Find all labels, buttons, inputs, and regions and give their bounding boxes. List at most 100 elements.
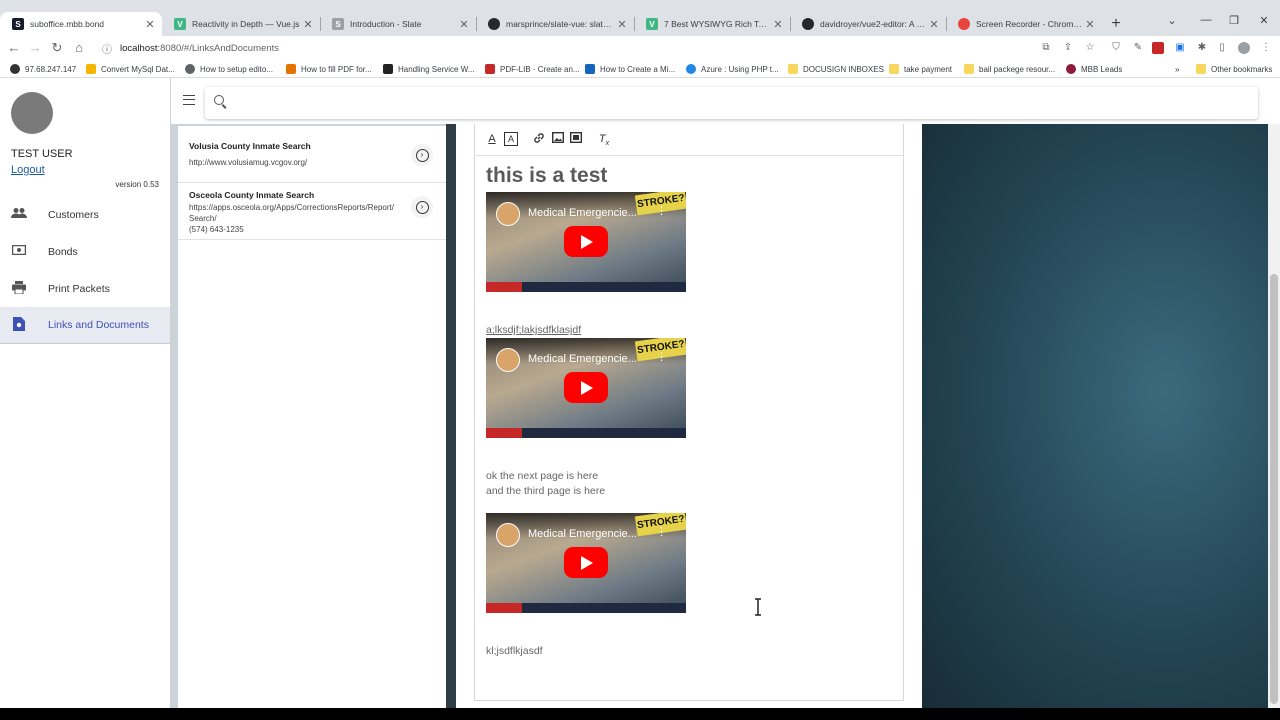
bookmark-folder-docusign[interactable]: DOCUSIGN INBOXES: [788, 63, 884, 75]
site-info-icon[interactable]: ⓘ: [100, 41, 114, 56]
back-icon[interactable]: ←: [6, 40, 22, 55]
avatar[interactable]: [11, 92, 53, 134]
text-color-icon[interactable]: A: [485, 132, 499, 146]
open-link-button[interactable]: ›: [411, 144, 433, 166]
link-icon[interactable]: [532, 132, 546, 146]
forward-icon[interactable]: →: [27, 40, 43, 55]
video-icon[interactable]: [569, 131, 583, 146]
bookmark-azure-php[interactable]: Azure : Using PHP t...: [686, 63, 779, 75]
text-cursor-icon: [755, 598, 761, 616]
video-title: Medical Emergencie...: [528, 353, 637, 365]
link-url: https://apps.osceola.org/Apps/Correction…: [189, 203, 394, 223]
bookmark-fill-pdf[interactable]: How to fill PDF for...: [286, 63, 372, 75]
sidebar-item-customers[interactable]: Customers: [0, 196, 170, 233]
tab-vue-reactivity[interactable]: V Reactivity in Depth — Vue.js ✕: [162, 14, 320, 34]
clear-formatting-icon[interactable]: Tx: [597, 132, 611, 147]
other-bookmarks-folder[interactable]: Other bookmarks: [1196, 63, 1272, 75]
tab-close-icon[interactable]: ✕: [770, 18, 786, 31]
sidebar-item-label: Bonds: [48, 245, 78, 258]
globe-icon: [10, 64, 20, 74]
profile-avatar-icon[interactable]: [1238, 42, 1250, 54]
tab-wysiwyg[interactable]: V 7 Best WYSIWYG Rich Text Edito ✕: [634, 14, 790, 34]
open-in-app-icon[interactable]: ⧉: [1040, 42, 1052, 54]
side-panel-icon[interactable]: ▯: [1216, 42, 1228, 54]
more-bookmarks-button[interactable]: »: [1175, 63, 1179, 75]
extensions-puzzle-icon[interactable]: ✱: [1196, 42, 1208, 54]
search-input[interactable]: [233, 93, 1243, 113]
bookmark-label: How to setup edito...: [200, 64, 273, 74]
bookmark-star-icon[interactable]: ☆: [1084, 42, 1096, 54]
embedded-video[interactable]: STROKE? Medical Emergencie... ⋮: [486, 192, 686, 292]
new-tab-button[interactable]: +: [1108, 15, 1124, 33]
tab-close-icon[interactable]: ✕: [300, 18, 316, 31]
rich-text-editor: A A Tx this is a test STROKE? Medical Em…: [474, 124, 904, 701]
image-icon[interactable]: [551, 131, 565, 146]
share-icon[interactable]: ⇪: [1062, 42, 1074, 54]
highlight-color-icon[interactable]: A: [504, 132, 518, 146]
background-panel: [922, 124, 1268, 720]
hamburger-menu-icon[interactable]: [183, 95, 195, 105]
chrome-menu-icon[interactable]: ⋮: [1260, 42, 1272, 54]
logout-link[interactable]: Logout: [11, 164, 45, 176]
recorder-extension-icon[interactable]: [1152, 42, 1164, 54]
pen-extension-icon[interactable]: ✎: [1132, 42, 1144, 54]
tab-search-icon[interactable]: ⌄: [1162, 14, 1182, 27]
content-paragraph: and the third page is here: [486, 485, 606, 497]
bookmark-label: Convert MySql Dat...: [101, 64, 175, 74]
chevron-right-icon: ›: [415, 200, 429, 214]
tab-close-icon[interactable]: ✕: [456, 18, 472, 31]
tab-close-icon[interactable]: ✕: [614, 18, 630, 31]
content-paragraph: ok the next page is here: [486, 470, 599, 482]
tab-slate-vue[interactable]: marsprince/slate-vue: slate.js im ✕: [476, 14, 634, 34]
sidebar-item-bonds[interactable]: Bonds: [0, 233, 170, 270]
bookmark-label: 97.68.247.147: [25, 64, 77, 74]
address-bar[interactable]: ⓘ localhost:8080/#/LinksAndDocuments: [96, 38, 1122, 58]
tab-vue2-editor[interactable]: davidroyer/vue2-editor: A text e ✕: [790, 14, 946, 34]
tab-close-icon[interactable]: ✕: [926, 18, 942, 31]
list-item[interactable]: Osceola County Inmate Search https://app…: [178, 183, 446, 240]
bookmark-setup-editor[interactable]: How to setup edito...: [185, 63, 273, 75]
video-more-icon[interactable]: ⋮: [656, 204, 667, 217]
scrollbar-thumb[interactable]: [1270, 274, 1278, 704]
shield-extension-icon[interactable]: ⛉: [1110, 42, 1122, 54]
maximize-icon[interactable]: ❐: [1224, 14, 1244, 27]
tab-close-icon[interactable]: ✕: [142, 18, 158, 31]
bookmark-service-worker[interactable]: Handling Service W...: [383, 63, 474, 75]
video-more-icon[interactable]: ⋮: [656, 350, 667, 363]
bookmark-mbb-leads[interactable]: MBB Leads: [1066, 63, 1122, 75]
play-button-icon[interactable]: [564, 372, 608, 403]
link-phone: (574) 643-1235: [189, 225, 244, 234]
content-link[interactable]: a;lksdjf;lakjsdfklasjdf: [486, 324, 581, 336]
bookmark-pdf-lib[interactable]: PDF-LIB · Create an...: [485, 63, 580, 75]
play-button-icon[interactable]: [564, 226, 608, 257]
browser-toolbar: ← → ↻ ⌂ ⓘ localhost:8080/#/LinksAndDocum…: [0, 36, 1280, 60]
tab-slate-intro[interactable]: S Introduction - Slate ✕: [320, 14, 476, 34]
bookmark-folder-payment[interactable]: take payment: [889, 63, 952, 75]
open-link-button[interactable]: ›: [411, 196, 433, 218]
sidebar-item-print-packets[interactable]: Print Packets: [0, 270, 170, 307]
bookmark-create-mi[interactable]: How to Create a Mi...: [585, 63, 675, 75]
minimize-icon[interactable]: —: [1196, 14, 1216, 26]
embedded-video[interactable]: STROKE? Medical Emergencie... ⋮: [486, 513, 686, 613]
screen-bottom-edge: [0, 708, 1280, 720]
page-scrollbar[interactable]: [1268, 124, 1280, 720]
embedded-video[interactable]: STROKE? Medical Emergencie... ⋮: [486, 338, 686, 438]
camera-extension-icon[interactable]: ▣: [1174, 42, 1186, 54]
tab-close-icon[interactable]: ✕: [1082, 18, 1098, 31]
play-button-icon[interactable]: [564, 547, 608, 578]
tab-title: Reactivity in Depth — Vue.js: [192, 19, 300, 29]
bookmark-ip[interactable]: 97.68.247.147: [10, 63, 76, 75]
home-icon[interactable]: ⌂: [71, 40, 87, 55]
bookmark-folder-bail[interactable]: bail packege resour...: [964, 63, 1055, 75]
tab-screen-recorder[interactable]: Screen Recorder - Chrome Web ✕: [946, 14, 1102, 34]
reload-icon[interactable]: ↻: [49, 40, 65, 56]
tab-title: davidroyer/vue2-editor: A text e: [820, 19, 926, 29]
list-item[interactable]: Volusia County Inmate Search http://www.…: [178, 126, 446, 183]
channel-avatar: [496, 202, 520, 226]
sidebar-item-links-and-documents[interactable]: Links and Documents: [0, 307, 170, 344]
window-close-icon[interactable]: ✕: [1254, 14, 1274, 27]
bookmark-mysql[interactable]: Convert MySql Dat...: [86, 63, 175, 75]
video-more-icon[interactable]: ⋮: [656, 525, 667, 538]
sidebar-item-label: Links and Documents: [48, 319, 149, 331]
version-label: version 0.53: [115, 180, 159, 189]
